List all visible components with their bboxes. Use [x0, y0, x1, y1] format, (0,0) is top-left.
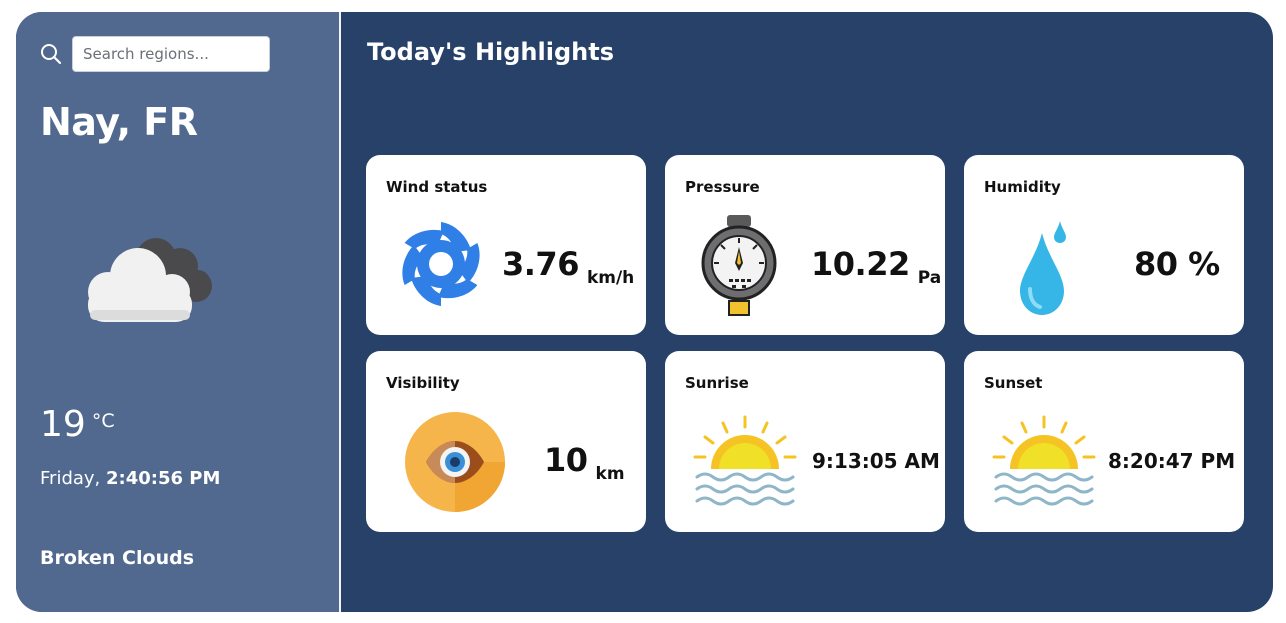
- pressure-gauge-icon: [701, 215, 777, 316]
- humidity-card: Humidity 80 %: [964, 155, 1244, 335]
- card-title: Pressure: [685, 178, 760, 196]
- sunset-metric: 8:20:47 PM: [1108, 449, 1235, 473]
- wind-metric: 3.76 km/h: [502, 245, 634, 288]
- time-label: 2:40:56 PM: [106, 468, 221, 489]
- visibility-card: Visibility 10 km: [366, 351, 646, 532]
- main-panel: Today's Highlights Wind status 3.76 km/h…: [341, 12, 1273, 612]
- temperature-unit: °C: [91, 410, 115, 432]
- location-name: Nay, FR: [40, 100, 198, 144]
- pressure-value: 10.22: [811, 245, 910, 283]
- water-drop-icon: [1020, 221, 1066, 315]
- card-title: Wind status: [386, 178, 488, 196]
- date-time: Friday, 2:40:56 PM: [40, 468, 220, 489]
- temperature-value: 19: [40, 404, 86, 445]
- sunset-card: Sunset 8:20:47 PM: [964, 351, 1244, 532]
- wind-unit: km/h: [586, 268, 635, 288]
- wind-icon: [402, 222, 480, 306]
- visibility-value: 10: [544, 441, 588, 479]
- page-title: Today's Highlights: [367, 38, 614, 66]
- search-input[interactable]: [72, 36, 270, 72]
- pressure-metric: 10.22 Pa: [811, 245, 941, 288]
- eye-icon: [405, 412, 505, 512]
- search-icon[interactable]: [40, 43, 62, 65]
- card-title: Sunset: [984, 374, 1043, 392]
- humidity-value: 80 %: [1134, 245, 1220, 283]
- sunset-icon: [992, 415, 1096, 506]
- pressure-unit: Pa: [917, 268, 942, 288]
- card-title: Visibility: [386, 374, 460, 392]
- weather-app: Nay, FR 19 °C Fri: [16, 12, 1273, 612]
- sunrise-card: Sunrise 9:13:05 AM: [665, 351, 945, 532]
- weather-condition: Broken Clouds: [40, 547, 195, 569]
- temperature: 19 °C: [40, 404, 115, 445]
- visibility-metric: 10 km: [544, 441, 625, 484]
- sunrise-metric: 9:13:05 AM: [812, 449, 940, 473]
- sunrise-value: 9:13:05 AM: [812, 449, 940, 473]
- sidebar: Nay, FR 19 °C Fri: [16, 12, 341, 612]
- card-title: Humidity: [984, 178, 1061, 196]
- broken-clouds-icon: [88, 238, 212, 322]
- visibility-unit: km: [595, 464, 625, 484]
- highlights-grid: Wind status 3.76 km/h Pressure 10.22 Pa …: [366, 155, 1244, 532]
- sunrise-icon: [693, 415, 797, 506]
- day-label: Friday,: [40, 468, 101, 489]
- humidity-metric: 80 %: [1134, 245, 1220, 283]
- wind-card: Wind status 3.76 km/h: [366, 155, 646, 335]
- wind-value: 3.76: [502, 245, 579, 283]
- card-title: Sunrise: [685, 374, 749, 392]
- sunset-value: 8:20:47 PM: [1108, 449, 1236, 473]
- search-bar: [40, 36, 270, 72]
- pressure-card: Pressure 10.22 Pa: [665, 155, 945, 335]
